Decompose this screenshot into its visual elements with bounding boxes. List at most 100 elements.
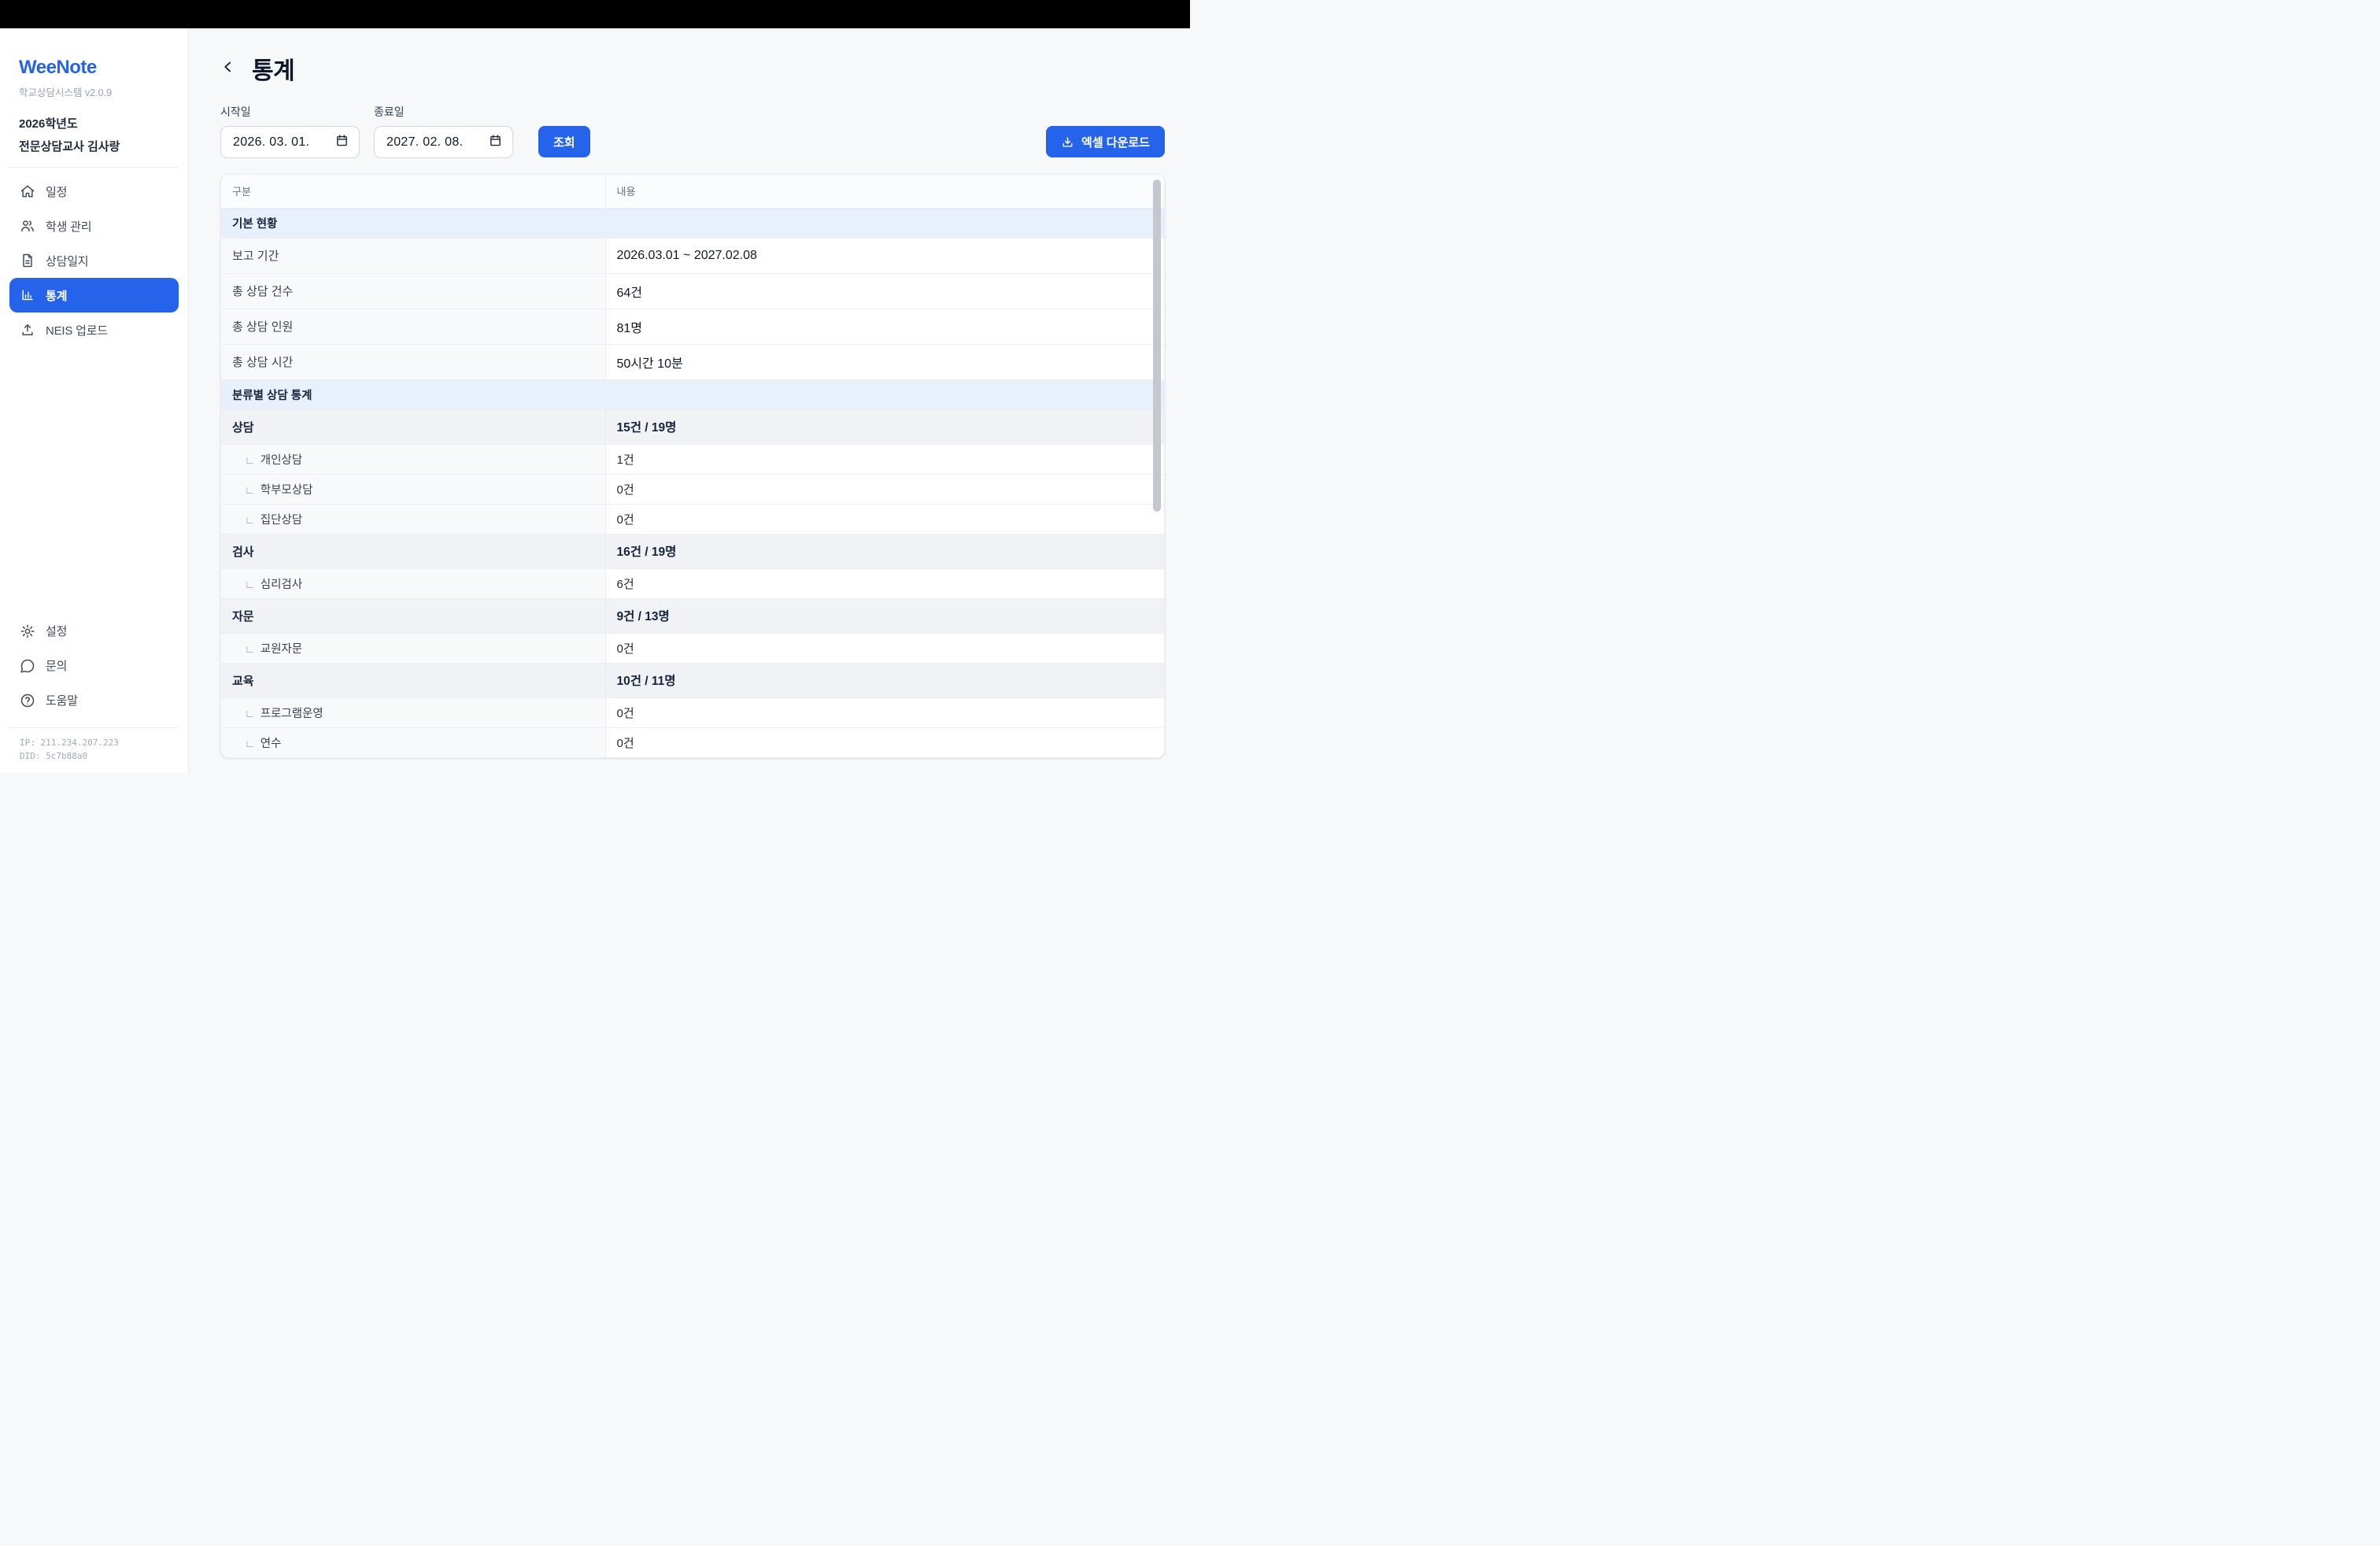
user-name: 전문상담교사 김사랑 [19,138,169,154]
table-sub-row: ∟학부모상담0건 [221,474,1164,504]
calendar-icon[interactable] [335,134,349,151]
row-label-cell: ∟학부모상담 [221,474,605,504]
sidebar-item-students[interactable]: 학생 관리 [9,209,179,243]
row-label-cell: 총 상담 건수 [221,273,605,309]
statistics-table: 구분 내용 기본 현황보고 기간2026.03.01 ~ 2027.02.08총… [221,175,1164,757]
row-label-cell: 보고 기간 [221,238,605,273]
top-black-bar [0,0,1190,28]
row-label-cell: ∟연수 [221,727,605,757]
help-icon [20,693,35,708]
sidebar-item-help[interactable]: 도움말 [9,683,179,718]
column-header-content: 내용 [605,175,1164,208]
sidebar-item-label: 문의 [46,657,67,674]
home-icon [20,183,35,199]
gear-icon [20,623,35,639]
table-scrollbar-thumb[interactable] [1153,179,1161,512]
sidebar-footer: 설정문의도움말 IP: 211.234.207.223 DID: 5c7b88a… [0,614,188,773]
sidebar-item-label: 통계 [46,287,67,304]
table-sub-row: ∟연수0건 [221,727,1164,757]
end-date-value: 2027. 02. 08. [386,135,463,150]
sub-row-prefix: ∟ [245,738,255,749]
row-label-cell: ∟집단상담 [221,504,605,534]
sidebar-item-counseling-log[interactable]: 상담일지 [9,243,179,278]
table-category-row: 자문9건 / 13명 [221,598,1164,633]
sidebar-item-label: 도움말 [46,692,78,708]
sidebar-item-neis-upload[interactable]: NEIS 업로드 [9,313,179,347]
table-sub-row: ∟개인상담1건 [221,444,1164,474]
row-value-cell: 0건 [605,474,1164,504]
table-category-row: 교육10건 / 11명 [221,663,1164,697]
table-section-row: 기본 현황 [221,208,1164,238]
sidebar-item-label: NEIS 업로드 [46,322,108,338]
row-label-cell: 검사 [221,534,605,568]
row-label-cell: ∟교원자문 [221,633,605,663]
sidebar-footer-divider [9,727,179,728]
row-value-cell: 16건 / 19명 [605,534,1164,568]
sidebar-item-inquiry[interactable]: 문의 [9,649,179,683]
end-date-label: 종료일 [374,104,513,120]
app-logo: WeeNote [19,57,169,79]
ip-address: IP: 211.234.207.223 [20,736,168,750]
sidebar-item-label: 상담일지 [46,253,88,269]
table-data-row: 총 상담 인원81명 [221,309,1164,344]
chat-icon [20,658,35,674]
row-value-cell: 10건 / 11명 [605,663,1164,697]
row-label-cell: ∟프로그램운영 [221,697,605,727]
row-label-cell: 총 상담 시간 [221,344,605,379]
upload-icon [20,322,35,338]
sidebar-item-settings[interactable]: 설정 [9,614,179,649]
row-value-cell: 50시간 10분 [605,344,1164,379]
row-label-cell: 총 상담 인원 [221,309,605,344]
row-value-cell: 15건 / 19명 [605,409,1164,444]
start-date-input[interactable]: 2026. 03. 01. [220,126,360,158]
section-header-cell: 분류별 상담 통계 [221,379,1164,409]
sidebar-nav: 일정학생 관리상담일지통계 NEIS 업로드 [0,174,188,347]
sub-row-prefix: ∟ [245,514,255,526]
sidebar-item-label: 일정 [46,183,67,200]
table-header-row: 구분 내용 [221,175,1164,208]
table-scrollbar-track[interactable] [1151,176,1162,756]
row-value-cell: 9건 / 13명 [605,598,1164,633]
sidebar-item-schedule[interactable]: 일정 [9,174,179,209]
row-value-cell: 6건 [605,568,1164,598]
row-value-cell: 0건 [605,697,1164,727]
sidebar: WeeNote 학교상담시스템 v2.0.9 2026학년도 전문상담교사 김사… [0,28,189,773]
row-label-cell: 자문 [221,598,605,633]
row-value-cell: 2026.03.01 ~ 2027.02.08 [605,238,1164,273]
app-version: 학교상담시스템 v2.0.9 [19,84,169,99]
row-value-cell: 1건 [605,444,1164,474]
table-data-row: 보고 기간2026.03.01 ~ 2027.02.08 [221,238,1164,273]
download-icon [1061,135,1074,149]
sidebar-footer-nav: 설정문의도움말 [0,614,188,718]
search-button[interactable]: 조회 [538,126,590,157]
excel-download-button[interactable]: 엑셀 다운로드 [1046,126,1165,157]
sidebar-divider [9,167,179,168]
document-icon [20,253,35,268]
sub-row-prefix: ∟ [245,484,255,496]
table-section-row: 분류별 상담 통계 [221,379,1164,409]
row-value-cell: 81명 [605,309,1164,344]
column-header-category: 구분 [221,175,605,208]
sidebar-item-label: 학생 관리 [46,218,91,235]
row-value-cell: 0건 [605,727,1164,757]
sub-row-prefix: ∟ [245,454,255,466]
row-value-cell: 64건 [605,273,1164,309]
calendar-icon[interactable] [489,134,502,151]
sidebar-item-statistics[interactable]: 통계 [9,278,179,313]
section-header-cell: 기본 현황 [221,208,1164,238]
users-icon [20,218,35,234]
row-value-cell: 0건 [605,504,1164,534]
excel-download-label: 엑셀 다운로드 [1081,134,1150,150]
page-title: 통계 [252,51,294,86]
table-category-row: 상담15건 / 19명 [221,409,1164,444]
row-label-cell: 상담 [221,409,605,444]
table-sub-row: ∟집단상담0건 [221,504,1164,534]
start-date-label: 시작일 [220,104,360,120]
sidebar-item-label: 설정 [46,623,67,639]
end-date-input[interactable]: 2027. 02. 08. [374,126,513,158]
start-date-value: 2026. 03. 01. [233,135,309,150]
statistics-table-card: 구분 내용 기본 현황보고 기간2026.03.01 ~ 2027.02.08총… [220,174,1165,758]
bar-chart-icon [20,287,35,303]
sub-row-prefix: ∟ [245,643,255,655]
back-button[interactable] [220,57,241,80]
